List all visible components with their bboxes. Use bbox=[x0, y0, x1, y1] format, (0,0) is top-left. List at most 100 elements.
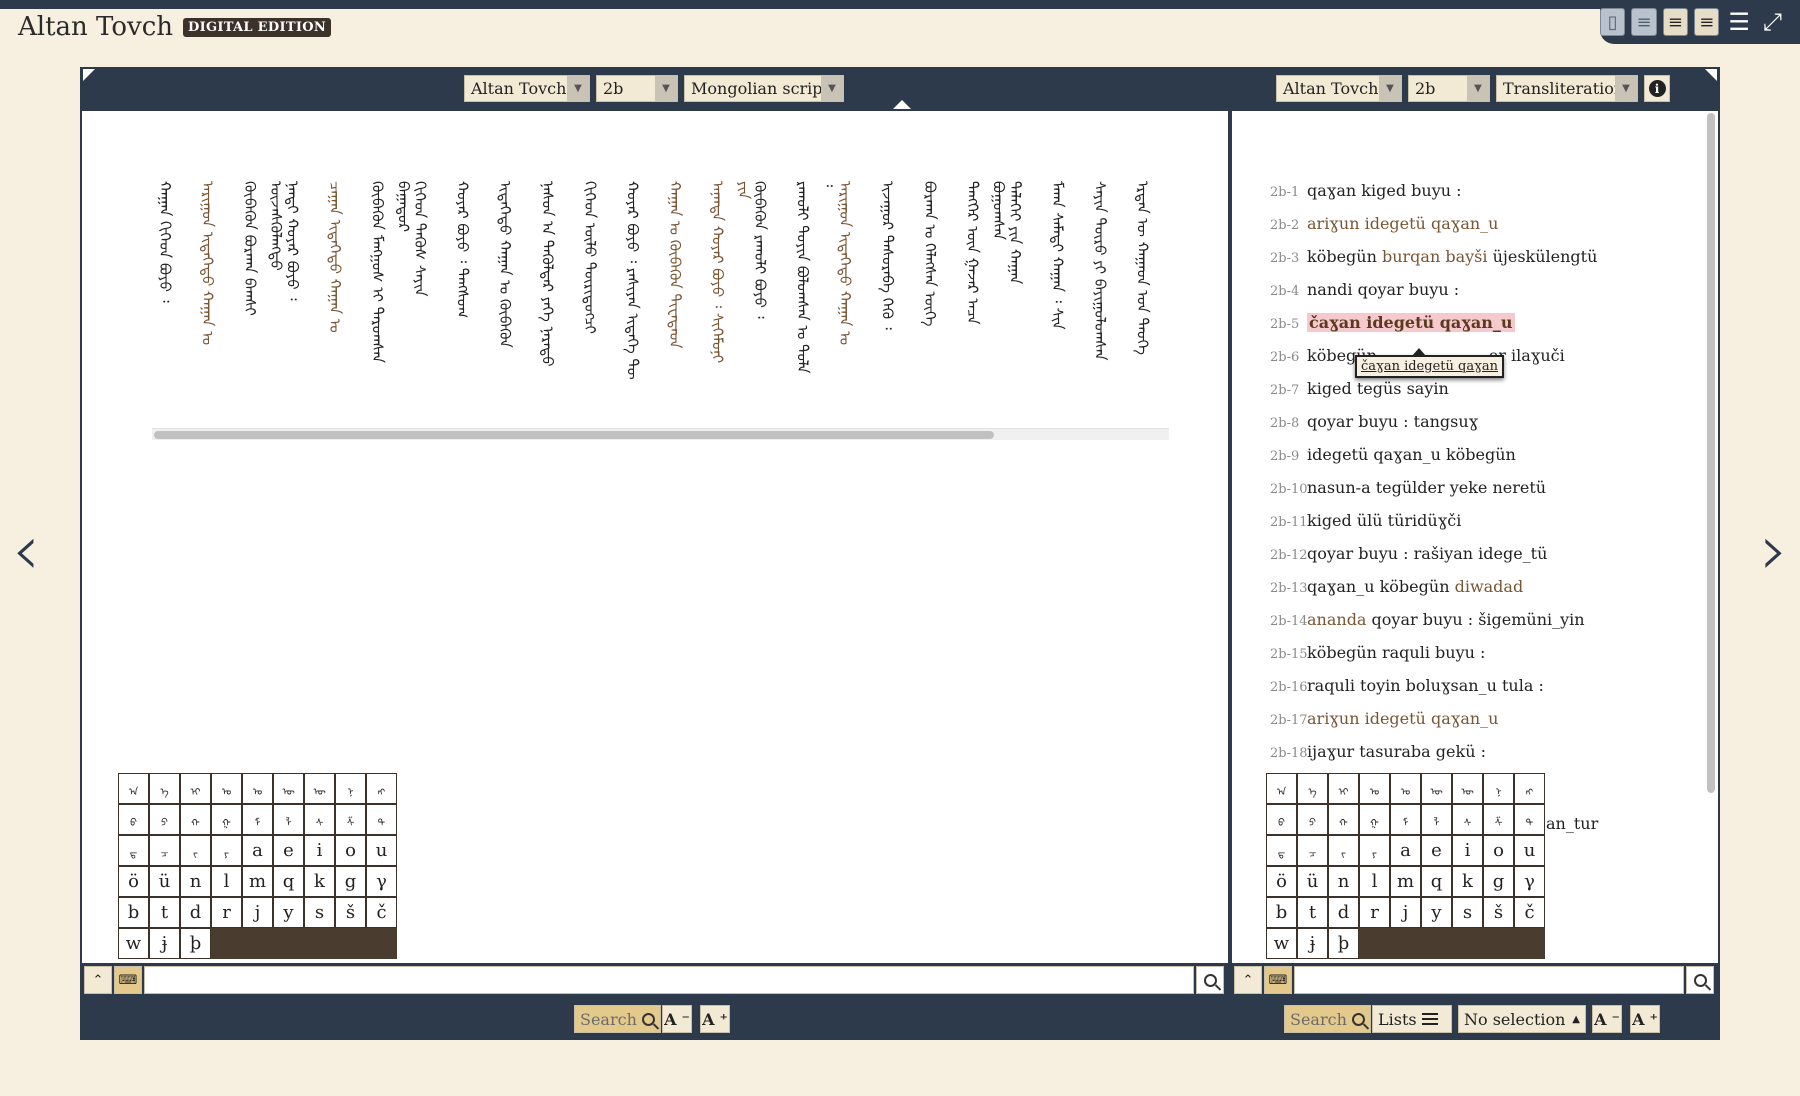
keyboard-key[interactable]: þ bbox=[1328, 928, 1359, 959]
keyboard-key[interactable]: ᠤ bbox=[242, 773, 273, 804]
keyboard-key[interactable]: r bbox=[1359, 897, 1390, 928]
font-decrease-button[interactable]: A ⁻ bbox=[1592, 1005, 1622, 1033]
vertical-scrollbar[interactable] bbox=[1707, 113, 1715, 793]
keyboard-key[interactable]: ᠫ bbox=[149, 804, 180, 835]
collapse-up-icon[interactable]: ⌃ bbox=[1234, 966, 1262, 994]
keyboard-key[interactable]: r bbox=[211, 897, 242, 928]
keyboard-key[interactable]: l bbox=[1359, 866, 1390, 897]
mongolian-line[interactable]: ᠰᠠᠶᠢᠨ ᠲᠦᠷᠦ ᠶᠢ ᠪᠠᠶᠢᠭᠤᠯᠤᠭᠰᠠᠨ bbox=[1087, 181, 1113, 361]
page-select[interactable]: 2b ▼ bbox=[1408, 75, 1490, 102]
keyboard-key[interactable]: t bbox=[1297, 897, 1328, 928]
keyboard-key[interactable]: ᠢ bbox=[1328, 773, 1359, 804]
word-span[interactable]: raquli toyin boluɣsan_u tula : bbox=[1307, 676, 1544, 695]
keyboard-key[interactable]: ᠯ bbox=[1421, 804, 1452, 835]
page-select[interactable]: 2b ▼ bbox=[596, 75, 678, 102]
mongolian-line[interactable]: ᠢᠵᠠᠭᠤᠷ ᠲᠠᠰᠤᠷᠠᠪᠠ ᠭᠡᠬᠦ ᠄ bbox=[875, 181, 901, 330]
word-span[interactable]: ariɣun idegetü qaɣan_u bbox=[1307, 214, 1498, 233]
keyboard-key[interactable]: g bbox=[335, 866, 366, 897]
keyboard-key[interactable]: ᠪ bbox=[118, 804, 149, 835]
mongolian-line[interactable]: ᠬᠣᠶᠠᠷ ᠪᠤᠶᠤ ᠄ ᠷᠠᠰᠢᠶᠠᠨ ᠢᠳᠡᠭᠡ ᠲᠦ bbox=[620, 181, 646, 380]
selection-select[interactable]: No selection ▲ bbox=[1458, 1005, 1586, 1033]
keyboard-key[interactable]: e bbox=[1421, 835, 1452, 866]
font-decrease-button[interactable]: A ⁻ bbox=[662, 1005, 692, 1033]
keyboard-key[interactable]: n bbox=[1328, 866, 1359, 897]
word-span[interactable]: qaɣan kiged buyu : bbox=[1307, 181, 1462, 200]
keyboard-key[interactable]: ᠯ bbox=[273, 804, 304, 835]
keyboard-key[interactable]: ᠭ bbox=[211, 804, 242, 835]
keyboard-key[interactable]: ᠶ bbox=[1359, 835, 1390, 866]
keyboard-key[interactable]: ᠰ bbox=[1452, 804, 1483, 835]
keyboard-key[interactable]: š bbox=[1483, 897, 1514, 928]
mongolian-line[interactable]: ᠠᠷᠢᠭᠤᠨ ᠢᠳᠡᠭᠡᠲᠦ ᠬᠠᠭᠠᠨ ᠤ bbox=[195, 181, 221, 345]
keyboard-key[interactable]: s bbox=[304, 897, 335, 928]
keyboard-key[interactable]: i bbox=[304, 835, 335, 866]
keyboard-key[interactable]: ᠴ bbox=[1297, 835, 1328, 866]
keyboard-key[interactable]: u bbox=[1514, 835, 1545, 866]
word-span[interactable]: ijaɣur tasuraba gekü : bbox=[1307, 742, 1486, 761]
keyboard-key[interactable]: e bbox=[273, 835, 304, 866]
keyboard-key[interactable]: ɉ bbox=[149, 928, 180, 959]
keyboard-key[interactable]: ᠣ bbox=[211, 773, 242, 804]
keyboard-key[interactable]: k bbox=[1452, 866, 1483, 897]
mongolian-line[interactable]: ᠢᠳᠡᠭᠡᠲᠦ ᠬᠠᠭᠠᠨ ᠤ ᠬᠥᠪᠡᠭᠦᠨ bbox=[492, 181, 518, 348]
word-span[interactable]: qoyar buyu : rašiyan idege_tü bbox=[1307, 544, 1547, 563]
expand-icon[interactable]: ⤢ bbox=[1759, 8, 1786, 36]
font-increase-button[interactable]: A ⁺ bbox=[1630, 1005, 1660, 1033]
keyboard-key[interactable]: w bbox=[118, 928, 149, 959]
word-span[interactable]: nandi qoyar buyu : bbox=[1307, 280, 1459, 299]
mongolian-line[interactable]: ᠬᠢᠭᠡᠳ ᠲᠡᠭᠦᠰ ᠰᠠᠶᠢᠨ bbox=[407, 181, 433, 297]
lists-button[interactable]: Lists bbox=[1372, 1005, 1452, 1033]
text-select[interactable]: Altan Tovch ▼ bbox=[1276, 75, 1402, 102]
scrollbar-thumb[interactable] bbox=[154, 431, 994, 439]
word-span[interactable]: qoyar buyu : tangsuɣ bbox=[1307, 412, 1478, 431]
keyboard-key[interactable]: č bbox=[366, 897, 397, 928]
keyboard-key[interactable]: ᠱ bbox=[1483, 804, 1514, 835]
keyboard-key[interactable]: k bbox=[304, 866, 335, 897]
word-span[interactable]: nasun-a tegülder yeke neretü bbox=[1307, 478, 1546, 497]
keyboard-key[interactable]: ö bbox=[118, 866, 149, 897]
keyboard-key[interactable]: ᠭ bbox=[1359, 804, 1390, 835]
mongolian-line[interactable]: ᠪᠤᠷᠬᠠᠨ ᠤ ᠬᠡᠯᠡᠭᠰᠡᠨ ᠦᠭᠡ bbox=[917, 181, 943, 326]
keyboard-key[interactable]: ᠵ bbox=[1328, 835, 1359, 866]
word-span[interactable]: ananda bbox=[1307, 610, 1366, 629]
search-input[interactable] bbox=[1294, 966, 1684, 994]
keyboard-key[interactable]: b bbox=[1266, 897, 1297, 928]
keyboard-key[interactable]: ᠡ bbox=[149, 773, 180, 804]
keyboard-key[interactable]: ᠥ bbox=[1421, 773, 1452, 804]
two-text-view-icon[interactable]: ≡ bbox=[1662, 8, 1689, 36]
keyboard-key[interactable]: ᠮ bbox=[1390, 804, 1421, 835]
keyboard-key[interactable]: ü bbox=[149, 866, 180, 897]
keyboard-key[interactable]: ᠢ bbox=[180, 773, 211, 804]
menu-icon[interactable]: ☰ bbox=[1725, 8, 1752, 36]
mongolian-line[interactable]: ᠠᠷᠢᠭᠤᠨ ᠢᠳᠡᠭᠡᠲᠦ ᠬᠠᠭᠠᠨ ᠤ bbox=[832, 181, 858, 345]
search-go-button[interactable] bbox=[1196, 966, 1224, 994]
keyboard-key[interactable]: o bbox=[1483, 835, 1514, 866]
keyboard-key[interactable]: d bbox=[180, 897, 211, 928]
text-view-icon[interactable]: ≡ bbox=[1631, 8, 1657, 36]
keyboard-key[interactable]: t bbox=[149, 897, 180, 928]
keyboard-key[interactable]: ᠳ bbox=[118, 835, 149, 866]
keyboard-key[interactable]: ᠮ bbox=[242, 804, 273, 835]
mongolian-line[interactable]: ᠳᠡᠯᠡᠬᠡᠢ ᠶᠢᠨ ᠬᠠᠭᠠᠨ bbox=[1002, 181, 1028, 284]
keyboard-icon[interactable]: ⌨ bbox=[114, 966, 142, 994]
keyboard-key[interactable]: m bbox=[242, 866, 273, 897]
keyboard-key[interactable]: ᠠ bbox=[118, 773, 149, 804]
mode-select[interactable]: Mongolian script ▼ bbox=[684, 75, 844, 102]
keyboard-key[interactable]: ᠫ bbox=[1297, 804, 1328, 835]
horizontal-scrollbar[interactable] bbox=[152, 428, 1169, 440]
keyboard-key[interactable]: ᠩ bbox=[366, 773, 397, 804]
single-view-icon[interactable]: ▯ bbox=[1599, 8, 1626, 36]
keyboard-key[interactable]: ᠱ bbox=[335, 804, 366, 835]
collapse-up-icon[interactable]: ⌃ bbox=[84, 966, 112, 994]
word-span[interactable]: čaɣan idegetü qaɣan_u bbox=[1307, 313, 1515, 332]
keyboard-key[interactable]: l bbox=[211, 866, 242, 897]
mongolian-line[interactable]: ᠨᠠᠨᠳᠢ ᠬᠣᠶᠠᠷ ᠪᠤᠶᠤ ᠄ bbox=[280, 181, 306, 301]
next-page-icon[interactable]: › bbox=[1760, 515, 1788, 585]
search-button[interactable]: Search bbox=[1284, 1005, 1371, 1033]
keyboard-key[interactable]: ᠶ bbox=[211, 835, 242, 866]
keyboard-key[interactable]: ᠰ bbox=[304, 804, 335, 835]
prev-page-icon[interactable]: ‹ bbox=[12, 515, 40, 585]
mongolian-line[interactable]: ᠬᠥᠪᠡᠭᠦᠨ ᠷᠠᠬᠤᠯᠢ ᠪᠤᠶᠤ ᠄ bbox=[747, 181, 773, 319]
info-button[interactable]: i bbox=[1644, 75, 1670, 102]
keyboard-key[interactable]: ᠣ bbox=[1359, 773, 1390, 804]
